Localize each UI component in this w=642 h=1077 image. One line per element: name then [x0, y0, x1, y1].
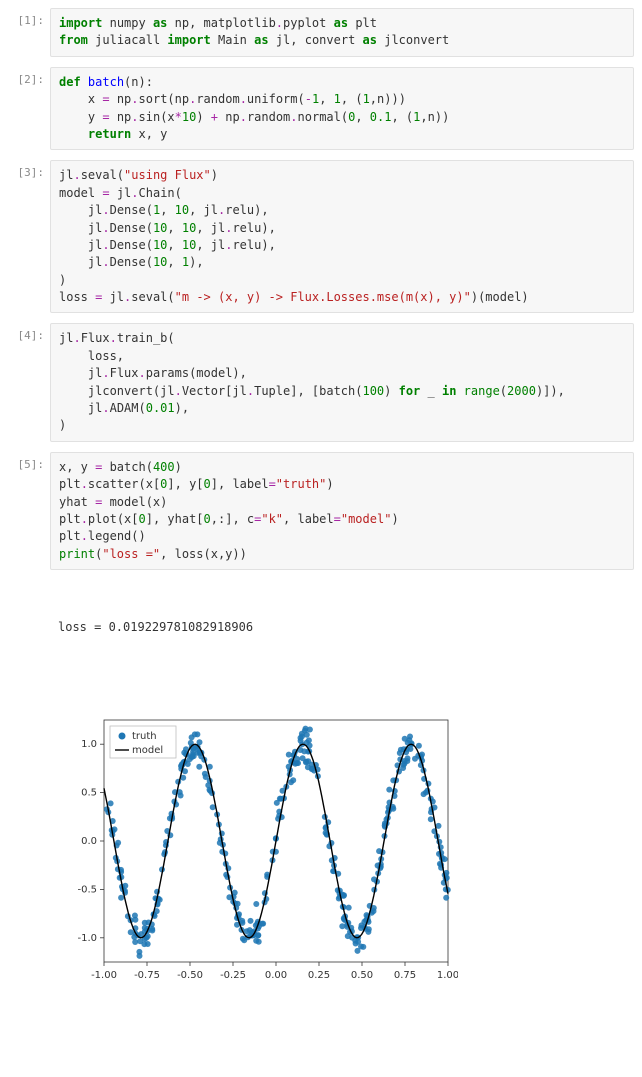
cell-prompt: [5]:	[0, 452, 50, 570]
cell-prompt: [3]:	[0, 160, 50, 313]
cell-prompt: [4]:	[0, 323, 50, 441]
cell-prompt: [1]:	[0, 8, 50, 57]
scatter-truth	[104, 725, 451, 958]
svg-text:0.0: 0.0	[81, 836, 97, 847]
code-input[interactable]: jl.Flux.train_b( loss, jl.Flux.params(mo…	[50, 323, 634, 441]
svg-text:-0.50: -0.50	[177, 970, 203, 981]
svg-text:0.00: 0.00	[265, 970, 287, 981]
svg-text:model: model	[132, 745, 163, 756]
svg-text:-1.00: -1.00	[91, 970, 117, 981]
code-cell-1: [1]: import numpy as np, matplotlib.pypl…	[0, 8, 634, 57]
svg-text:0.50: 0.50	[351, 970, 373, 981]
svg-text:-0.5: -0.5	[77, 884, 97, 895]
code-input[interactable]: x, y = batch(400) plt.scatter(x[0], y[0]…	[50, 452, 634, 570]
code-cell-2: [2]: def batch(n): x = np.sort(np.random…	[0, 67, 634, 151]
matplotlib-figure: -1.00-0.75-0.50-0.250.000.250.500.751.00…	[58, 675, 626, 1025]
loss-text: loss = 0.019229781082918906	[58, 619, 626, 636]
cell-output: loss = 0.019229781082918906 -1.00 -0.75 -0…	[0, 580, 634, 1059]
svg-text:-0.75: -0.75	[134, 970, 160, 981]
svg-text:0.75: 0.75	[394, 970, 416, 981]
stdout-output: loss = 0.019229781082918906 -1.00 -0.75 -0…	[50, 580, 634, 1059]
code-cell-3: [3]: jl.seval("using Flux") model = jl.C…	[0, 160, 634, 313]
jupyter-notebook: [1]: import numpy as np, matplotlib.pypl…	[0, 0, 642, 1077]
output-prompt	[0, 580, 50, 1059]
code-input[interactable]: jl.seval("using Flux") model = jl.Chain(…	[50, 160, 634, 313]
svg-text:0.5: 0.5	[81, 787, 97, 798]
legend: truth model	[110, 726, 176, 758]
chart-svg: -1.00-0.75-0.50-0.250.000.250.500.751.00…	[58, 710, 458, 990]
code-cell-4: [4]: jl.Flux.train_b( loss, jl.Flux.para…	[0, 323, 634, 441]
svg-text:0.25: 0.25	[308, 970, 330, 981]
svg-text:truth: truth	[132, 731, 157, 742]
code-cell-5: [5]: x, y = batch(400) plt.scatter(x[0],…	[0, 452, 634, 570]
code-input[interactable]: def batch(n): x = np.sort(np.random.unif…	[50, 67, 634, 151]
svg-text:-0.25: -0.25	[220, 970, 246, 981]
cell-prompt: [2]:	[0, 67, 50, 151]
svg-text:1.0: 1.0	[81, 739, 97, 750]
svg-text:-1.0: -1.0	[77, 933, 97, 944]
svg-text:1.00: 1.00	[437, 970, 458, 981]
code-input[interactable]: import numpy as np, matplotlib.pyplot as…	[50, 8, 634, 57]
